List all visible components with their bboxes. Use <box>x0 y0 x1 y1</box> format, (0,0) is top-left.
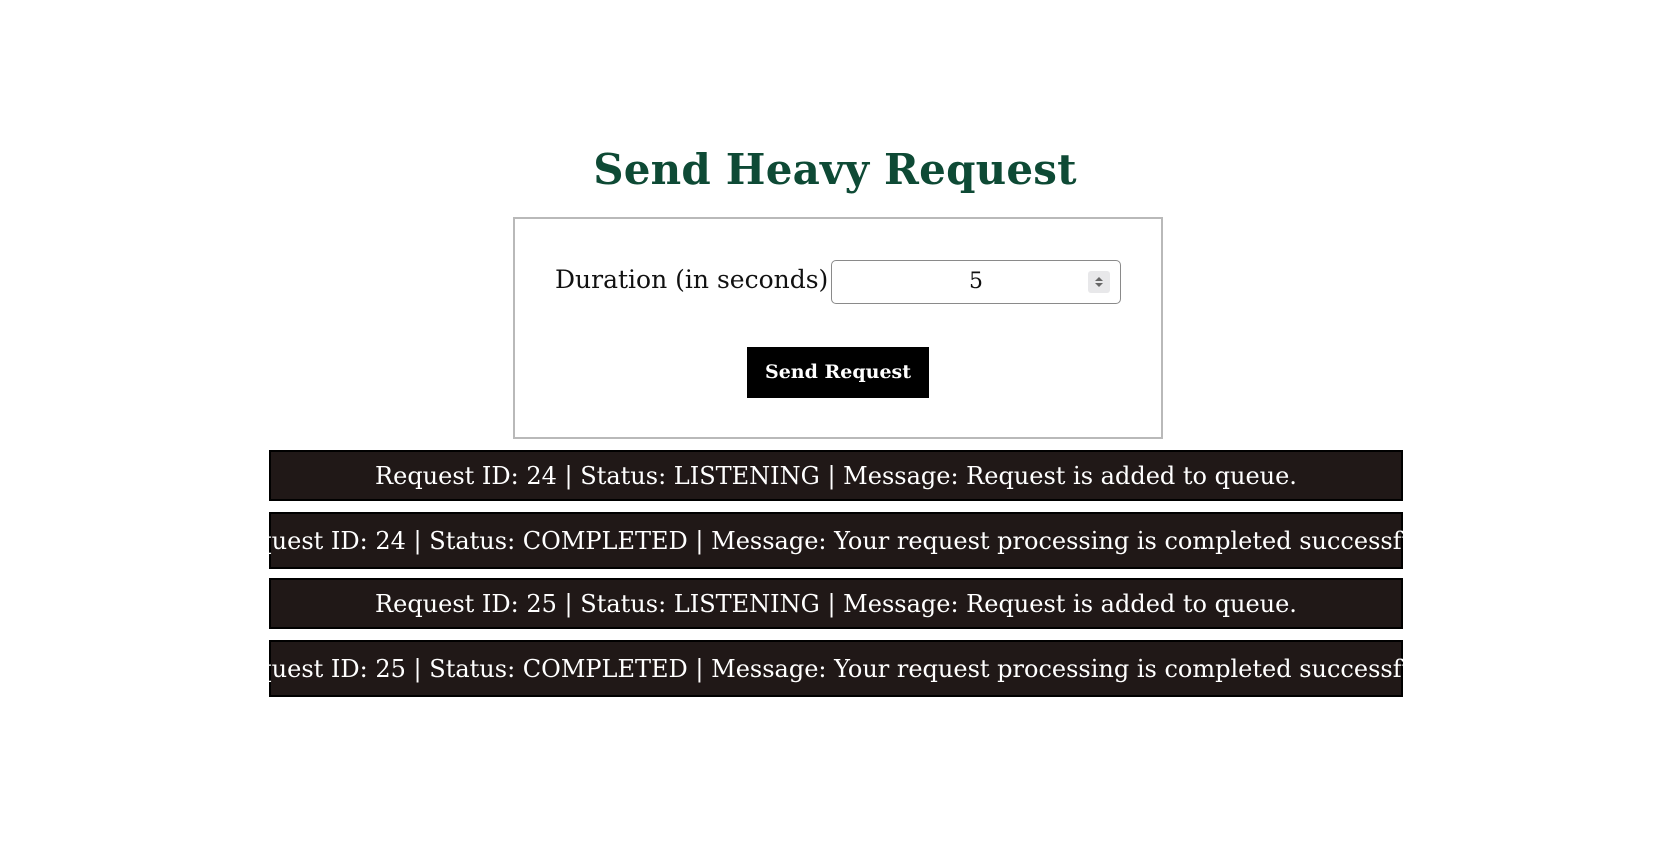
log-entry: Request ID: 24 | Status: COMPLETED | Mes… <box>224 512 1446 569</box>
log-entry-text: Request ID: 25 | Status: LISTENING | Mes… <box>375 589 1297 618</box>
number-spinner[interactable] <box>1088 271 1110 293</box>
page-title: Send Heavy Request <box>593 145 1077 194</box>
duration-label: Duration (in seconds) : <box>555 265 845 294</box>
duration-input-value[interactable]: 5 <box>969 269 983 295</box>
log-entry: Request ID: 25 | Status: COMPLETED | Mes… <box>224 640 1446 697</box>
log-entry-text: Request ID: 25 | Status: COMPLETED | Mes… <box>224 654 1446 683</box>
request-form: Duration (in seconds) : 5 Send Request <box>513 217 1163 439</box>
chevron-up-icon[interactable] <box>1095 277 1103 281</box>
log-entry-text: Request ID: 24 | Status: COMPLETED | Mes… <box>224 526 1446 555</box>
chevron-down-icon[interactable] <box>1095 283 1103 287</box>
send-request-button[interactable]: Send Request <box>747 347 929 398</box>
duration-input[interactable]: 5 <box>831 260 1121 304</box>
log-entry: Request ID: 24 | Status: LISTENING | Mes… <box>269 450 1403 501</box>
log-entry: Request ID: 25 | Status: LISTENING | Mes… <box>269 578 1403 629</box>
log-entry-text: Request ID: 24 | Status: LISTENING | Mes… <box>375 461 1297 490</box>
